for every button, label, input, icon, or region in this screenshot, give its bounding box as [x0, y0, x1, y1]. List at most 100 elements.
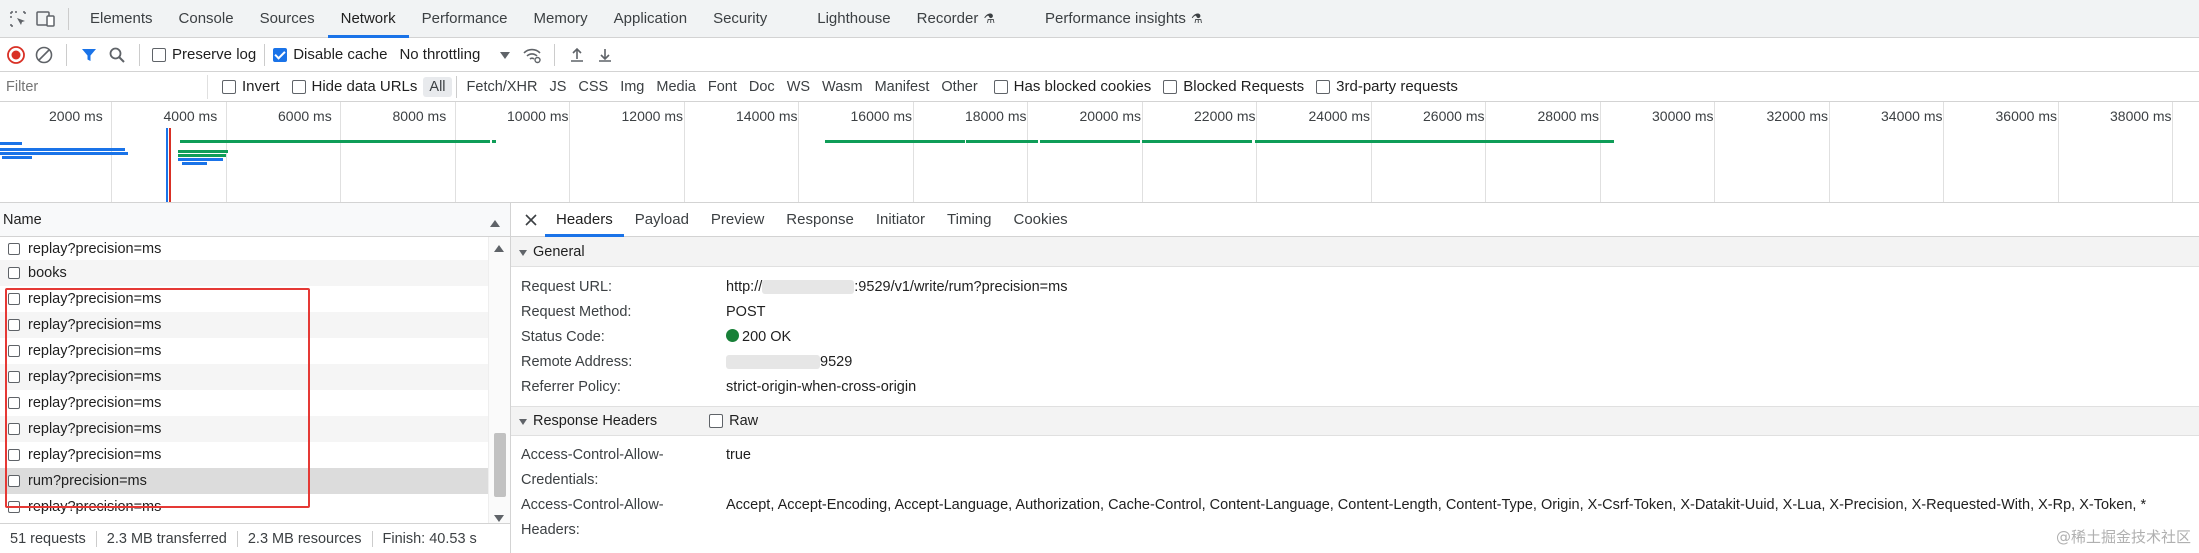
tab-lighthouse[interactable]: Lighthouse: [804, 0, 903, 38]
request-row[interactable]: books: [0, 260, 490, 286]
tab-headers[interactable]: Headers: [545, 203, 624, 237]
request-name: replay?precision=ms: [28, 240, 162, 257]
checkbox-box[interactable]: [709, 414, 724, 428]
request-url-value[interactable]: http://:9529/v1/write/rum?precision=ms: [726, 275, 2199, 300]
type-filter-wasm[interactable]: Wasm: [816, 77, 869, 97]
tab-sources[interactable]: Sources: [247, 0, 328, 38]
scrollbar-track[interactable]: [488, 237, 510, 523]
third-party-checkbox[interactable]: 3rd-party requests: [1316, 78, 1458, 95]
device-toolbar-icon[interactable]: [32, 5, 60, 33]
type-filter-font[interactable]: Font: [702, 77, 743, 97]
type-filter-ws[interactable]: WS: [781, 77, 816, 97]
timeline-tick-label: 22000 ms: [1194, 108, 1256, 124]
preserve-log-checkbox[interactable]: Preserve log: [152, 46, 256, 63]
request-row[interactable]: replay?precision=ms: [0, 237, 490, 260]
acah-row: Access-Control-Allow- Headers: Accept, Ac…: [511, 493, 2199, 543]
tab-memory[interactable]: Memory: [521, 0, 601, 38]
raw-checkbox[interactable]: Raw: [709, 413, 758, 429]
stop-recording-icon[interactable]: [2, 41, 30, 69]
has-blocked-cookies-label: Has blocked cookies: [1013, 78, 1152, 95]
tab-performance-insights[interactable]: Performance insights ⚗: [1032, 0, 1216, 38]
tab-preview[interactable]: Preview: [700, 203, 775, 237]
timeline-request-bar: [1142, 140, 1252, 143]
tab-security[interactable]: Security: [700, 0, 780, 38]
search-icon[interactable]: [103, 41, 131, 69]
type-filter-other[interactable]: Other: [935, 77, 983, 97]
finish-time: Finish: 40.53 s: [382, 530, 477, 547]
tab-performance[interactable]: Performance: [409, 0, 521, 38]
timeline-grid-line: [1485, 102, 1486, 202]
tab-console[interactable]: Console: [166, 0, 247, 38]
network-conditions-icon[interactable]: [518, 41, 546, 69]
request-list-pane: Name replay?precision=ms books replay?prec…: [0, 203, 511, 553]
checkbox-box-checked[interactable]: [273, 47, 288, 62]
inspect-element-icon[interactable]: [4, 5, 32, 33]
timeline-request-bar: [0, 148, 125, 151]
filter-icon[interactable]: [75, 41, 103, 69]
timeline-tick-label: 12000 ms: [621, 108, 683, 124]
status-ok-dot-icon: [726, 329, 739, 342]
timeline-grid-line: [569, 102, 570, 202]
tab-initiator[interactable]: Initiator: [865, 203, 936, 237]
tab-timing[interactable]: Timing: [936, 203, 1002, 237]
timeline-tick-label: 28000 ms: [1537, 108, 1599, 124]
timeline-request-bar: [0, 142, 22, 145]
tab-network[interactable]: Network: [327, 0, 409, 38]
acah-label: Access-Control-Allow- Headers:: [511, 493, 726, 543]
type-filter-css[interactable]: CSS: [572, 77, 614, 97]
checkbox-box[interactable]: [222, 79, 236, 94]
throttling-select[interactable]: No throttling: [399, 46, 511, 63]
tab-payload[interactable]: Payload: [624, 203, 700, 237]
timeline-tick-label: 6000 ms: [278, 108, 332, 124]
request-row-checkbox[interactable]: [8, 267, 20, 279]
status-code-label: Status Code:: [521, 329, 605, 345]
checkbox-box[interactable]: [1316, 79, 1331, 94]
timeline-grid-line: [1256, 102, 1257, 202]
timeline-grid-line: [798, 102, 799, 202]
clear-icon[interactable]: [30, 41, 58, 69]
general-title: General: [533, 243, 585, 260]
disable-cache-checkbox[interactable]: Disable cache: [273, 46, 387, 63]
resource-type-filters: All Fetch/XHR JS CSS Img Media Font Doc …: [423, 75, 983, 98]
request-method-label: Request Method:: [521, 304, 632, 320]
tab-application[interactable]: Application: [601, 0, 700, 38]
type-filter-doc[interactable]: Doc: [743, 77, 781, 97]
request-method-row: Request Method: POST: [511, 300, 2199, 325]
tab-response[interactable]: Response: [775, 203, 865, 237]
scroll-up-icon[interactable]: [494, 239, 504, 255]
checkbox-box[interactable]: [1163, 79, 1178, 94]
redacted-host: [762, 280, 855, 295]
timeline-request-bar: [966, 140, 1038, 143]
acac-label-line1: Access-Control-Allow-: [521, 447, 664, 463]
type-filter-media[interactable]: Media: [650, 77, 702, 97]
referrer-policy-row: Referrer Policy: strict-origin-when-cros…: [511, 375, 2199, 400]
tab-cookies[interactable]: Cookies: [1002, 203, 1078, 237]
type-filter-img[interactable]: Img: [614, 77, 650, 97]
request-row-checkbox[interactable]: [8, 242, 20, 255]
checkbox-box[interactable]: [993, 79, 1008, 94]
name-column-header[interactable]: Name: [0, 203, 510, 237]
filter-input[interactable]: [0, 74, 208, 99]
general-section-header[interactable]: General: [511, 237, 2199, 267]
blocked-requests-checkbox[interactable]: Blocked Requests: [1163, 78, 1304, 95]
timeline-request-bar: [178, 154, 226, 157]
tab-elements[interactable]: Elements: [77, 0, 166, 38]
type-filter-js[interactable]: JS: [543, 77, 572, 97]
checkbox-box[interactable]: [152, 47, 166, 62]
hide-data-urls-checkbox[interactable]: Hide data URLs: [291, 78, 417, 95]
checkbox-box[interactable]: [291, 79, 306, 94]
preserve-log-label: Preserve log: [172, 46, 257, 63]
has-blocked-cookies-checkbox[interactable]: Has blocked cookies: [993, 78, 1152, 95]
export-har-icon[interactable]: [591, 41, 619, 69]
type-filter-all[interactable]: All: [423, 76, 452, 97]
timeline-tick-label: 10000 ms: [507, 108, 569, 124]
network-overview-timeline[interactable]: 2000 ms 4000 ms 6000 ms 8000 ms 10000 ms 1200…: [0, 102, 2199, 203]
import-har-icon[interactable]: [563, 41, 591, 69]
response-headers-section-header[interactable]: Response Headers Raw: [511, 406, 2199, 436]
invert-checkbox[interactable]: Invert: [222, 78, 280, 95]
close-icon[interactable]: [517, 206, 545, 234]
tab-recorder[interactable]: Recorder ⚗: [904, 0, 1008, 38]
type-filter-manifest[interactable]: Manifest: [869, 77, 936, 97]
type-filter-fetch-xhr[interactable]: Fetch/XHR: [461, 77, 544, 97]
scrollbar-thumb[interactable]: [494, 433, 506, 497]
